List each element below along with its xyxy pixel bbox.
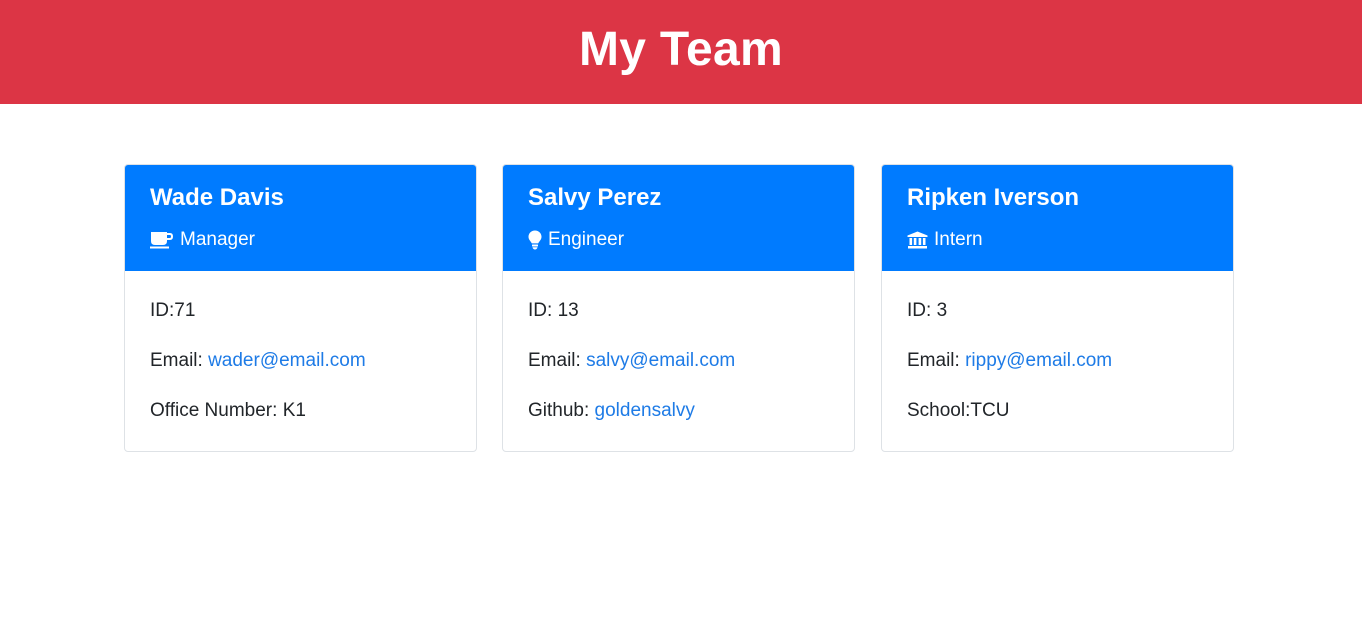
employee-role: Engineer [528,229,829,251]
office-value: K1 [282,400,306,421]
github-link[interactable]: goldensalvy [595,400,695,421]
employee-id: ID:71 [150,299,451,323]
card-header: Ripken Iverson Intern [882,165,1233,271]
employee-role: Intern [907,229,1208,251]
employee-email: Email: salvy@email.com [528,349,829,373]
email-link[interactable]: wader@email.com [208,350,366,371]
page-title: My Team [579,23,783,76]
employee-card-manager: Wade Davis Manager ID:71 Email: wader@em… [124,164,477,452]
employee-name: Ripken Iverson [907,184,1080,211]
employee-id: ID: 3 [907,299,1208,323]
github-username: Github: goldensalvy [528,399,829,423]
email-link[interactable]: salvy@email.com [586,350,735,371]
email-link[interactable]: rippy@email.com [965,350,1112,371]
role-label: Engineer [548,229,625,250]
role-label: Intern [934,229,983,250]
id-label: ID: [528,300,558,321]
email-label: Email: [907,350,966,371]
school-building-icon [907,231,928,249]
school-name: School:TCU [907,399,1208,423]
office-label: Office Number: [150,400,283,421]
employee-name: Wade Davis [150,184,284,211]
id-label: ID: [907,300,937,321]
employee-card-intern: Ripken Iverson Intern ID: 3 Email: rippy… [881,164,1234,452]
employee-role: Manager [150,229,451,251]
card-body: ID:71 Email: wader@email.com Office Numb… [125,271,476,423]
card-header: Salvy Perez Engineer [503,165,854,271]
card-body: ID: 3 Email: rippy@email.com School:TCU [882,271,1233,423]
school-label: School: [907,400,971,421]
card-header: Wade Davis Manager [125,165,476,271]
id-label: ID: [150,300,175,321]
card-body: ID: 13 Email: salvy@email.com Github: go… [503,271,854,423]
school-value: TCU [970,400,1010,421]
employee-id: ID: 13 [528,299,829,323]
lightbulb-icon [528,230,542,250]
id-value: 13 [557,300,579,321]
github-label: Github: [528,400,595,421]
mug-icon [150,231,174,249]
id-value: 3 [936,300,948,321]
employee-email: Email: wader@email.com [150,349,451,373]
email-label: Email: [150,350,209,371]
page-header: My Team [0,0,1362,104]
employee-card-engineer: Salvy Perez Engineer ID: 13 Email: salvy… [502,164,855,452]
id-value: 71 [174,300,196,321]
employee-name: Salvy Perez [528,184,662,211]
office-number: Office Number: K1 [150,399,451,423]
role-label: Manager [180,229,255,250]
email-label: Email: [528,350,587,371]
employee-email: Email: rippy@email.com [907,349,1208,373]
